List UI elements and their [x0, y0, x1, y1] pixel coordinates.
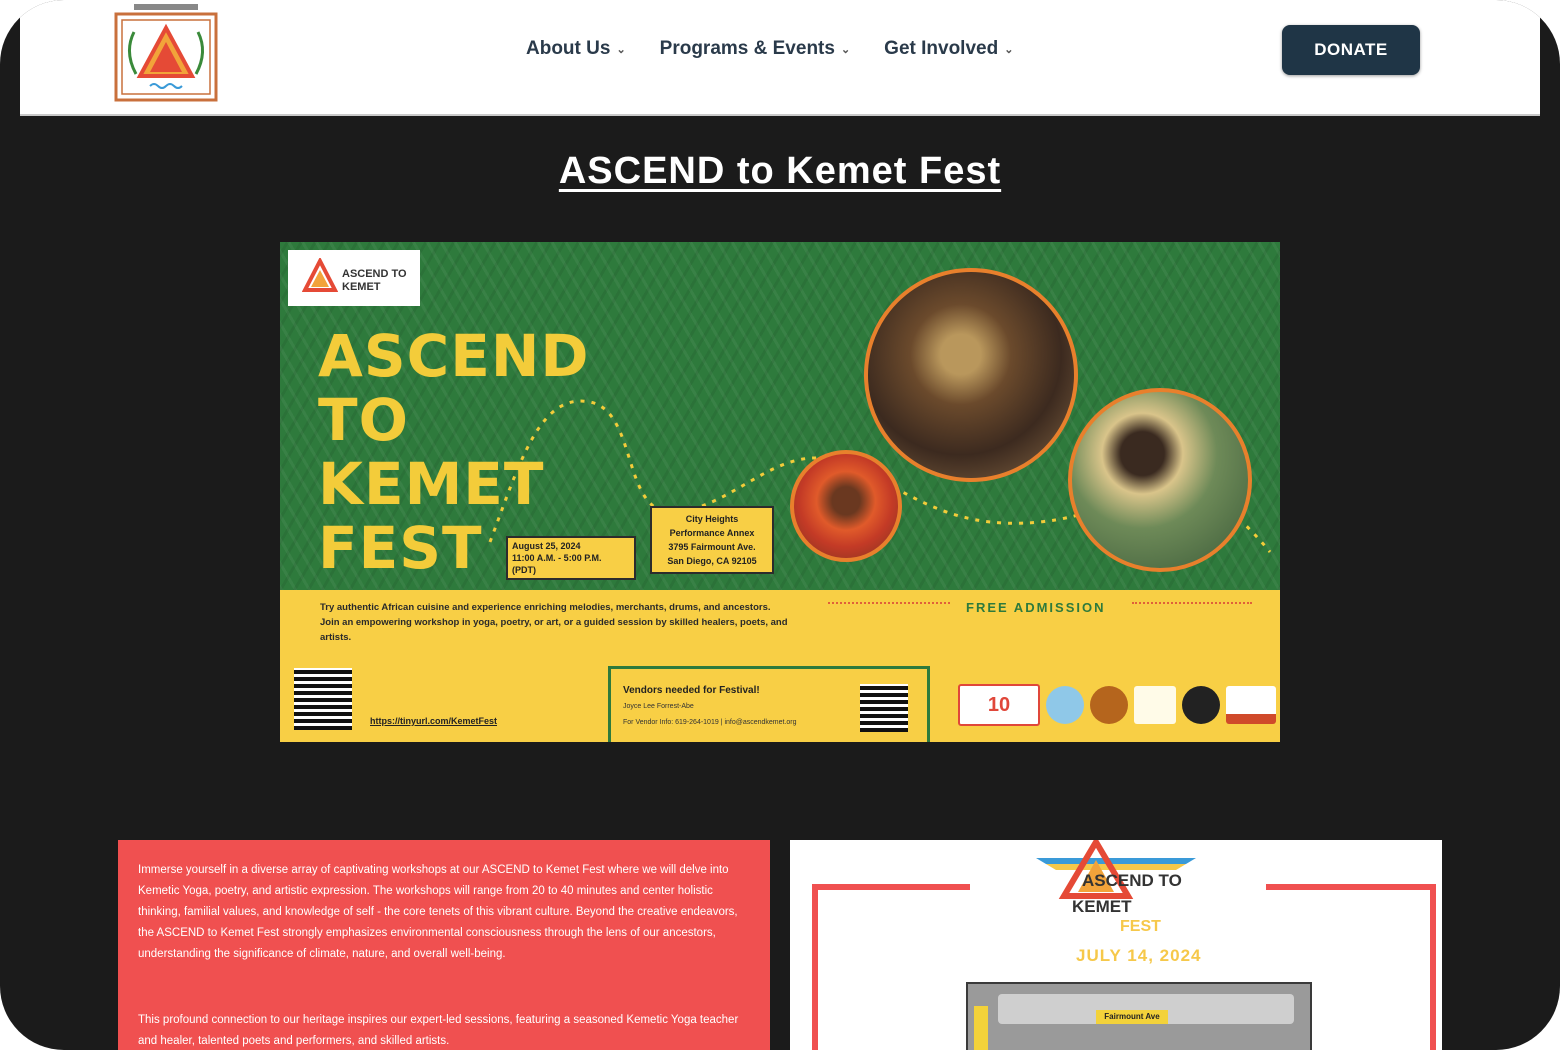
map-street-label: Fairmount Ave — [1096, 1010, 1168, 1024]
banner-venue-line: 3795 Fairmount Ave. — [668, 542, 756, 552]
sponsor-logos: 10 — [958, 684, 1276, 726]
banner-venue-line: San Diego, CA 92105 — [667, 556, 757, 566]
banner-title-line: ASCEND — [318, 322, 590, 390]
chevron-down-icon: ⌄ — [1004, 43, 1014, 56]
chevron-down-icon: ⌄ — [840, 43, 851, 56]
banner-date-line: 11:00 A.M. - 5:00 P.M. — [512, 553, 602, 563]
banner-logo-text: ASCEND TO KEMET — [342, 268, 407, 293]
banner-venue-box: City Heights Performance Annex 3795 Fair… — [650, 506, 774, 574]
free-admission-label: FREE ADMISSION — [966, 600, 1106, 615]
nav-programs-events-label: Programs & Events — [659, 38, 835, 59]
page-title: ASCEND to Kemet Fest — [558, 150, 1002, 192]
nav-about-us[interactable]: About Us ⌄ — [526, 38, 626, 60]
banner-link: https://tinyurl.com/KemetFest — [370, 716, 498, 726]
banner-venue-line: City Heights — [685, 514, 739, 524]
nav-programs-events[interactable]: Programs & Events ⌄ — [660, 38, 851, 60]
drums-photo — [864, 268, 1078, 482]
wave-decoration — [1132, 602, 1252, 612]
banner-date-line: August 25, 2024 — [512, 541, 581, 551]
qr-code-icon — [860, 684, 908, 732]
event-flyer-card: ASCEND TO KEMET FEST JULY 14, 2024 Fairm… — [790, 840, 1442, 1050]
workshop-paragraph: This profound connection to our heritage… — [138, 1014, 739, 1047]
banner-venue-line: Performance Annex — [669, 528, 755, 538]
dancer-photo — [1068, 388, 1252, 572]
flyer-logo-text: ASCEND TO KEMET — [1072, 868, 1182, 920]
event-banner-image: ASCEND TO KEMET ASCEND TO KEMET FEST Aug… — [280, 242, 1280, 742]
chevron-down-icon: ⌄ — [616, 43, 626, 56]
sponsor-logo — [1226, 686, 1276, 724]
banner-description: Try authentic African cuisine and experi… — [320, 602, 788, 643]
nav-get-involved[interactable]: Get Involved ⌄ — [884, 38, 1013, 60]
site-logo[interactable] — [114, 2, 218, 102]
flyer-fest-label: FEST — [1120, 918, 1161, 935]
workshop-paragraph: Immerse yourself in a diverse array of c… — [138, 864, 738, 960]
sponsor-logo — [1134, 686, 1176, 724]
triangle-logo-icon — [302, 258, 338, 292]
vendor-info: For Vendor Info: 619-264-1019 | info@asc… — [623, 719, 797, 726]
vendor-title: Vendors needed for Festival! — [623, 685, 760, 696]
donate-button[interactable]: DONATE — [1282, 25, 1420, 75]
flyer-logo-line: KEMET — [1072, 897, 1132, 916]
page-frame: About Us ⌄ Programs & Events ⌄ Get Invol… — [0, 0, 1560, 1050]
venue-map: Fairmount Ave — [966, 982, 1312, 1050]
banner-date-line: (PDT) — [512, 565, 536, 575]
vendor-contact: Joyce Lee Forrest-Abe — [623, 703, 694, 710]
sponsor-logo — [1046, 686, 1084, 724]
group-photo — [790, 450, 902, 562]
sponsor-logo — [1182, 686, 1220, 724]
sponsor-logo — [1090, 686, 1128, 724]
wave-decoration — [828, 602, 950, 612]
nav-get-involved-label: Get Involved — [884, 38, 999, 59]
workshop-description-card: Immerse yourself in a diverse array of c… — [118, 840, 770, 1050]
main-nav: About Us ⌄ Programs & Events ⌄ Get Invol… — [526, 38, 1013, 60]
flyer-logo-line: ASCEND TO — [1082, 871, 1182, 890]
flyer-date: JULY 14, 2024 — [1076, 946, 1202, 965]
anniversary-logo: 10 — [958, 684, 1040, 726]
site-header: About Us ⌄ Programs & Events ⌄ Get Invol… — [20, 0, 1540, 116]
nav-about-us-label: About Us — [526, 38, 611, 59]
banner-date-box: August 25, 2024 11:00 A.M. - 5:00 P.M. (… — [506, 536, 636, 580]
banner-logo: ASCEND TO KEMET — [288, 250, 420, 306]
map-street-strip — [974, 1006, 988, 1050]
qr-code-icon — [294, 668, 352, 730]
